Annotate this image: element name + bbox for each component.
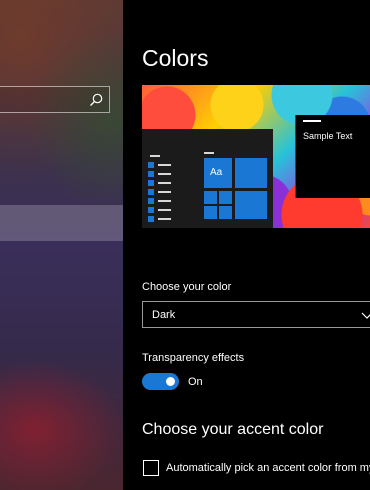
- page-title: Colors: [142, 45, 209, 71]
- color-mode-value: Dark: [152, 309, 176, 321]
- transparency-label: Transparency effects: [142, 352, 245, 364]
- preview-tile: Aa: [204, 158, 232, 188]
- transparency-toggle[interactable]: [142, 373, 179, 390]
- choose-color-label: Choose your color: [142, 281, 232, 293]
- preview-tile-label: Aa: [210, 167, 223, 178]
- preview-start-menu: Aa: [142, 129, 273, 228]
- preview-sample-text: Sample Text: [303, 131, 353, 141]
- preview-app-list: [148, 153, 172, 225]
- search-icon[interactable]: [88, 92, 104, 108]
- auto-accent-label[interactable]: Automatically pick an accent color from …: [166, 462, 370, 474]
- navigation-pane: [0, 0, 123, 490]
- preview-window: Sample Text: [295, 115, 370, 198]
- colors-settings-page: Colors Aa Sample Text Choose your color …: [123, 0, 370, 490]
- nav-item-colors[interactable]: [0, 205, 123, 241]
- preview-tile: [235, 158, 267, 188]
- chevron-down-icon: [361, 312, 370, 319]
- transparency-state: On: [188, 376, 203, 388]
- search-input[interactable]: [0, 86, 110, 113]
- color-mode-dropdown[interactable]: Dark: [142, 301, 370, 328]
- theme-preview: Aa Sample Text: [142, 85, 370, 228]
- auto-accent-checkbox[interactable]: [143, 460, 159, 476]
- toggle-knob: [166, 377, 175, 386]
- accent-color-heading: Choose your accent color: [142, 421, 324, 438]
